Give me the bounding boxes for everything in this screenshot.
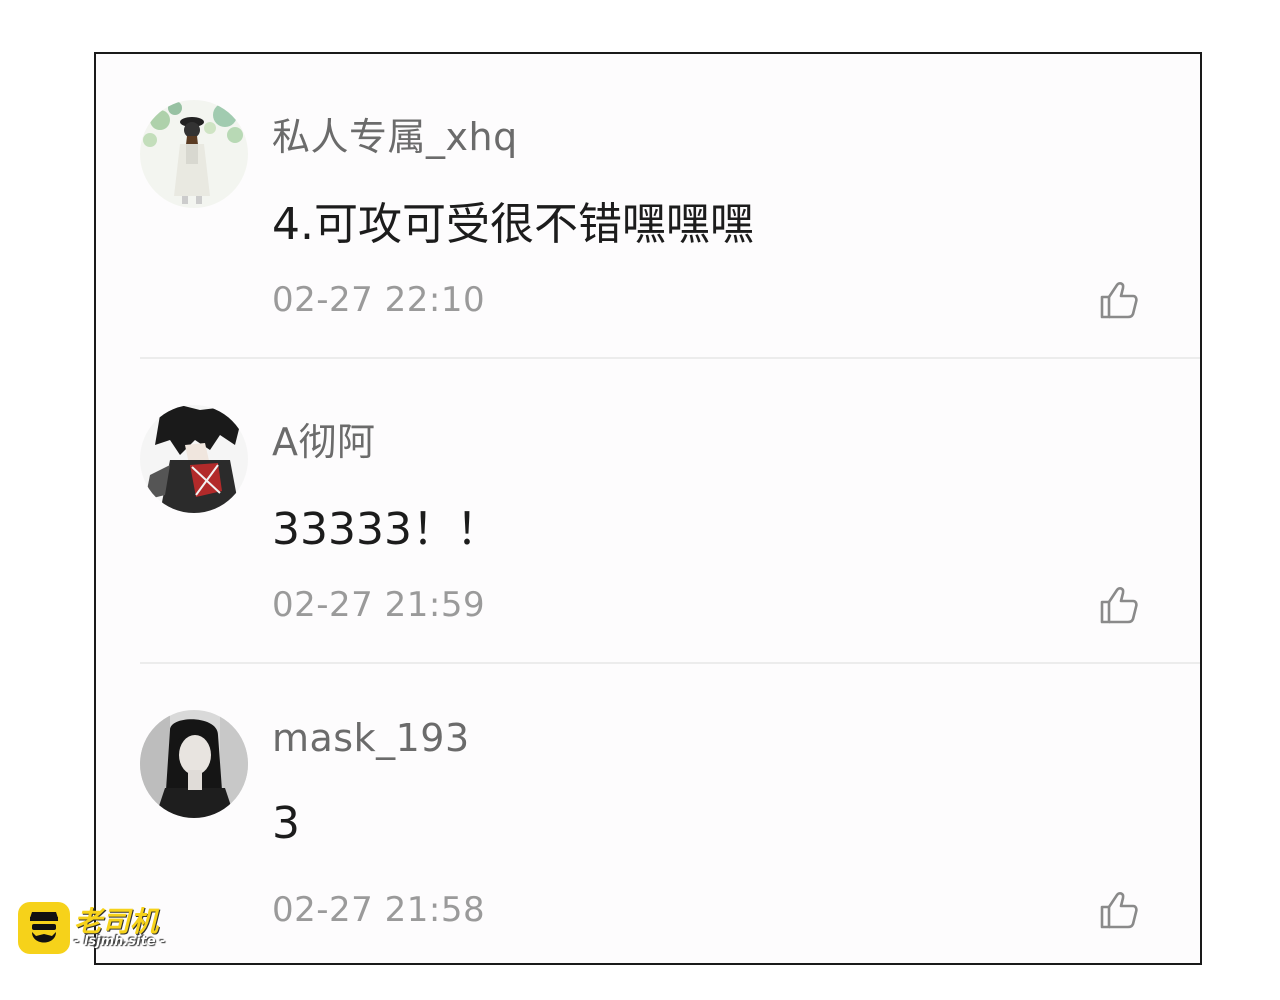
avatar-bw-girl-icon xyxy=(140,710,248,818)
like-button[interactable] xyxy=(1098,279,1140,321)
comment-content: 3 xyxy=(272,798,300,849)
watermark: 老司机 - lsjmh.site - xyxy=(18,902,178,954)
comment-list: 私人专属_xhq 4.可攻可受很不错嘿嘿嘿 02-27 22:10 A彻阿 33 xyxy=(94,52,1202,965)
comment-username[interactable]: mask_193 xyxy=(272,716,470,760)
comment-content: 4.可攻可受很不错嘿嘿嘿 xyxy=(272,199,754,250)
avatar[interactable] xyxy=(140,405,248,513)
comment-time: 02-27 21:59 xyxy=(272,585,486,625)
comment-content: 33333！！ xyxy=(272,504,500,555)
thumbs-up-icon xyxy=(1100,587,1138,624)
comment-time: 02-27 21:58 xyxy=(272,890,486,930)
thumbs-up-icon xyxy=(1100,892,1138,929)
avatar[interactable] xyxy=(140,100,248,208)
comment-time: 02-27 22:10 xyxy=(272,280,486,320)
comment-item: 私人专属_xhq 4.可攻可受很不错嘿嘿嘿 02-27 22:10 xyxy=(96,54,1200,359)
thumbs-up-icon xyxy=(1100,282,1138,319)
comment-username[interactable]: A彻阿 xyxy=(272,411,376,466)
like-button[interactable] xyxy=(1098,889,1140,931)
avatar-girl-green-icon xyxy=(140,100,248,208)
comment-item: A彻阿 33333！！ 02-27 21:59 xyxy=(96,359,1200,664)
comment-item: mask_193 3 02-27 21:58 xyxy=(96,664,1200,963)
watermark-driver-icon xyxy=(18,902,70,954)
avatar[interactable] xyxy=(140,710,248,818)
comment-username[interactable]: 私人专属_xhq xyxy=(272,106,518,161)
avatar-anime-boy-icon xyxy=(140,405,248,513)
watermark-url: - lsjmh.site - xyxy=(74,934,166,949)
like-button[interactable] xyxy=(1098,584,1140,626)
